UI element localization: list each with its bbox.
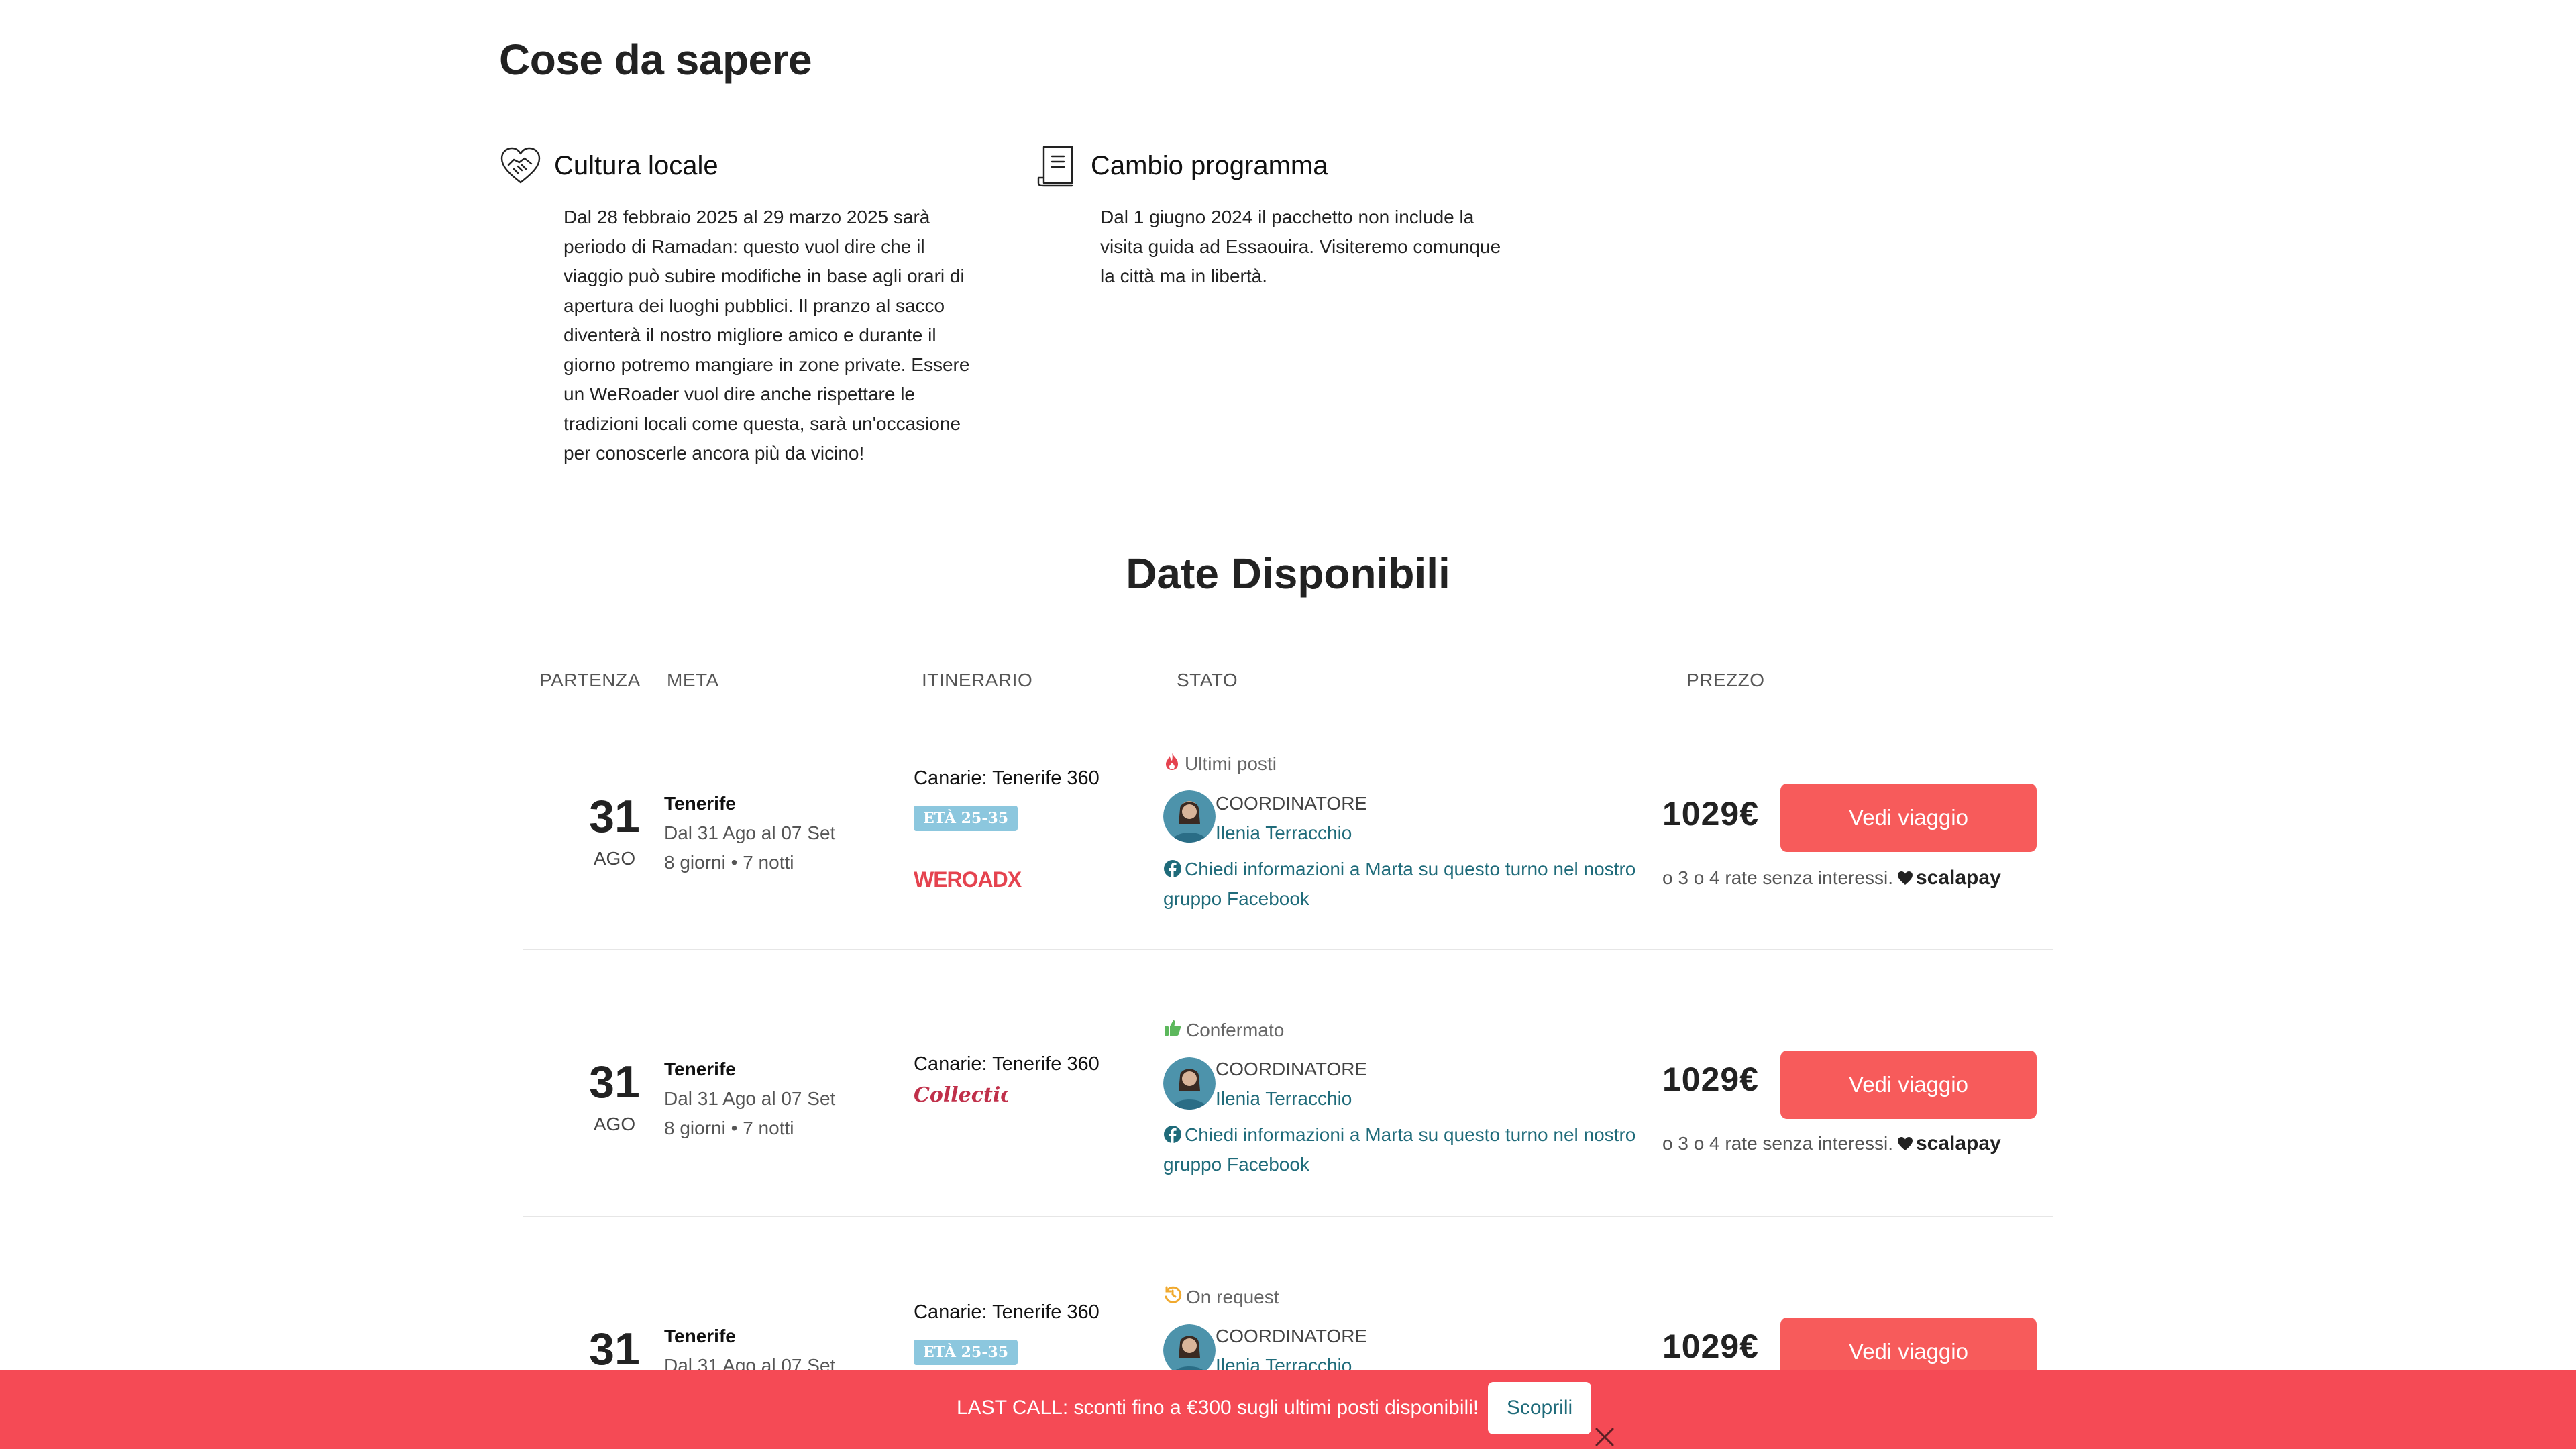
status-label: On request [1186, 1286, 1279, 1307]
scroll-document-icon [1036, 144, 1084, 188]
coordinator-name-link[interactable]: Ilenia Terracchio [1216, 1088, 1352, 1110]
status-on-request: On request [1163, 1285, 1279, 1309]
itinerary-name[interactable]: Canarie: Tenerife 360 [914, 1053, 1099, 1075]
info-card-title: Cultura locale [554, 150, 718, 180]
itinerary-name[interactable]: Canarie: Tenerife 360 [914, 767, 1099, 790]
section-title-date-disponibili: Date Disponibili [1126, 549, 1450, 598]
departure-day: 31 [589, 791, 640, 842]
info-card-cultura-locale: Cultura locale Dal 28 febbraio 2025 al 2… [499, 144, 969, 468]
departure-month: AGO [593, 1114, 636, 1134]
scalapay-logo: scalapay [1897, 867, 2001, 890]
thumbs-up-icon [1163, 1018, 1182, 1042]
facebook-icon [1163, 1123, 1182, 1143]
avatar[interactable] [1163, 790, 1216, 843]
installment-text: o 3 o 4 rate senza interessi. [1662, 1133, 1893, 1154]
status-label: Ultimi posti [1185, 753, 1277, 774]
info-card-text: Dal 28 febbraio 2025 al 29 marzo 2025 sa… [564, 207, 970, 464]
installment-info: o 3 o 4 rate senza interessi. scalapay [1662, 1132, 2001, 1155]
trip-duration: 8 giorni • 7 notti [664, 1118, 794, 1138]
avatar[interactable] [1163, 1057, 1216, 1110]
facebook-group-link-text[interactable]: Chiedi informazioni a Marta su questo tu… [1163, 1124, 1635, 1175]
departure-day: 31 [589, 1057, 640, 1108]
trip-duration: 8 giorni • 7 notti [664, 852, 794, 873]
itinerary-name[interactable]: Canarie: Tenerife 360 [914, 1301, 1099, 1324]
installment-text: o 3 o 4 rate senza interessi. [1662, 867, 1893, 888]
collection-logo-text: Collection [914, 1083, 1008, 1107]
date-row: 31 AGO Tenerife Dal 31 Ago al 07 Set 8 g… [523, 683, 2053, 950]
vedi-viaggio-button[interactable]: Vedi viaggio [1780, 784, 2037, 852]
last-call-banner: LAST CALL: sconti fino a €300 sugli ulti… [0, 1370, 2576, 1449]
coordinator-label: COORDINATORE [1216, 793, 1368, 814]
destination-name: Tenerife [664, 1059, 736, 1079]
status-label: Confermato [1186, 1019, 1285, 1040]
price: 1029€ [1662, 1061, 1760, 1098]
section-title-cose-da-sapere: Cose da sapere [499, 36, 812, 84]
close-icon[interactable] [1591, 1424, 1618, 1449]
collection-logo: Collection [914, 1079, 1028, 1114]
status-confermato: Confermato [1163, 1018, 1284, 1042]
age-badge: ETÀ 25-35 [914, 806, 1018, 831]
avatar[interactable] [1163, 1324, 1216, 1377]
facebook-icon [1163, 857, 1182, 877]
heart-icon [1897, 1137, 1913, 1150]
heart-icon [1897, 871, 1913, 885]
departure-day: 31 [589, 1324, 640, 1375]
departure-month: AGO [593, 848, 636, 869]
status-ultimi-posti: Ultimi posti [1163, 751, 1277, 776]
info-card-title: Cambio programma [1091, 150, 1328, 180]
info-card-text: Dal 1 giugno 2024 il pacchetto non inclu… [1100, 207, 1501, 286]
date-row: 31 AGO Tenerife Dal 31 Ago al 07 Set 8 g… [523, 950, 2053, 1217]
facebook-group-link-text[interactable]: Chiedi informazioni a Marta su questo tu… [1163, 859, 1635, 909]
trip-dates: Dal 31 Ago al 07 Set [664, 822, 836, 843]
banner-text: LAST CALL: sconti fino a €300 sugli ulti… [957, 1397, 1479, 1419]
price: 1029€ [1662, 795, 1760, 833]
installment-info: o 3 o 4 rate senza interessi. scalapay [1662, 867, 2001, 890]
info-card-cambio-programma: Cambio programma Dal 1 giugno 2024 il pa… [1036, 144, 1505, 291]
coordinator-label: COORDINATORE [1216, 1326, 1368, 1346]
handshake-heart-icon [499, 144, 547, 188]
trip-page: Cose da sapere Cultura locale Dal 28 feb… [0, 0, 2576, 1449]
history-icon [1163, 1285, 1182, 1309]
facebook-group-link[interactable]: Chiedi informazioni a Marta su questo tu… [1163, 1120, 1673, 1179]
scalapay-logo-text: scalapay [1915, 867, 2001, 889]
scalapay-logo: scalapay [1897, 1132, 2001, 1155]
weroadx-logo-text: WEROADX [914, 867, 1022, 892]
fire-icon [1163, 751, 1181, 776]
price: 1029€ [1662, 1328, 1760, 1365]
weroadx-logo: WEROADX [914, 865, 1028, 896]
coordinator-name-link[interactable]: Ilenia Terracchio [1216, 822, 1352, 844]
destination-name: Tenerife [664, 793, 736, 814]
trip-dates: Dal 31 Ago al 07 Set [664, 1088, 836, 1109]
scoprili-button[interactable]: Scoprili [1488, 1382, 1591, 1434]
age-badge: ETÀ 25-35 [914, 1340, 1018, 1365]
scalapay-logo-text: scalapay [1915, 1132, 2001, 1155]
facebook-group-link[interactable]: Chiedi informazioni a Marta su questo tu… [1163, 855, 1673, 914]
vedi-viaggio-button[interactable]: Vedi viaggio [1780, 1051, 2037, 1119]
destination-name: Tenerife [664, 1326, 736, 1346]
coordinator-label: COORDINATORE [1216, 1059, 1368, 1079]
